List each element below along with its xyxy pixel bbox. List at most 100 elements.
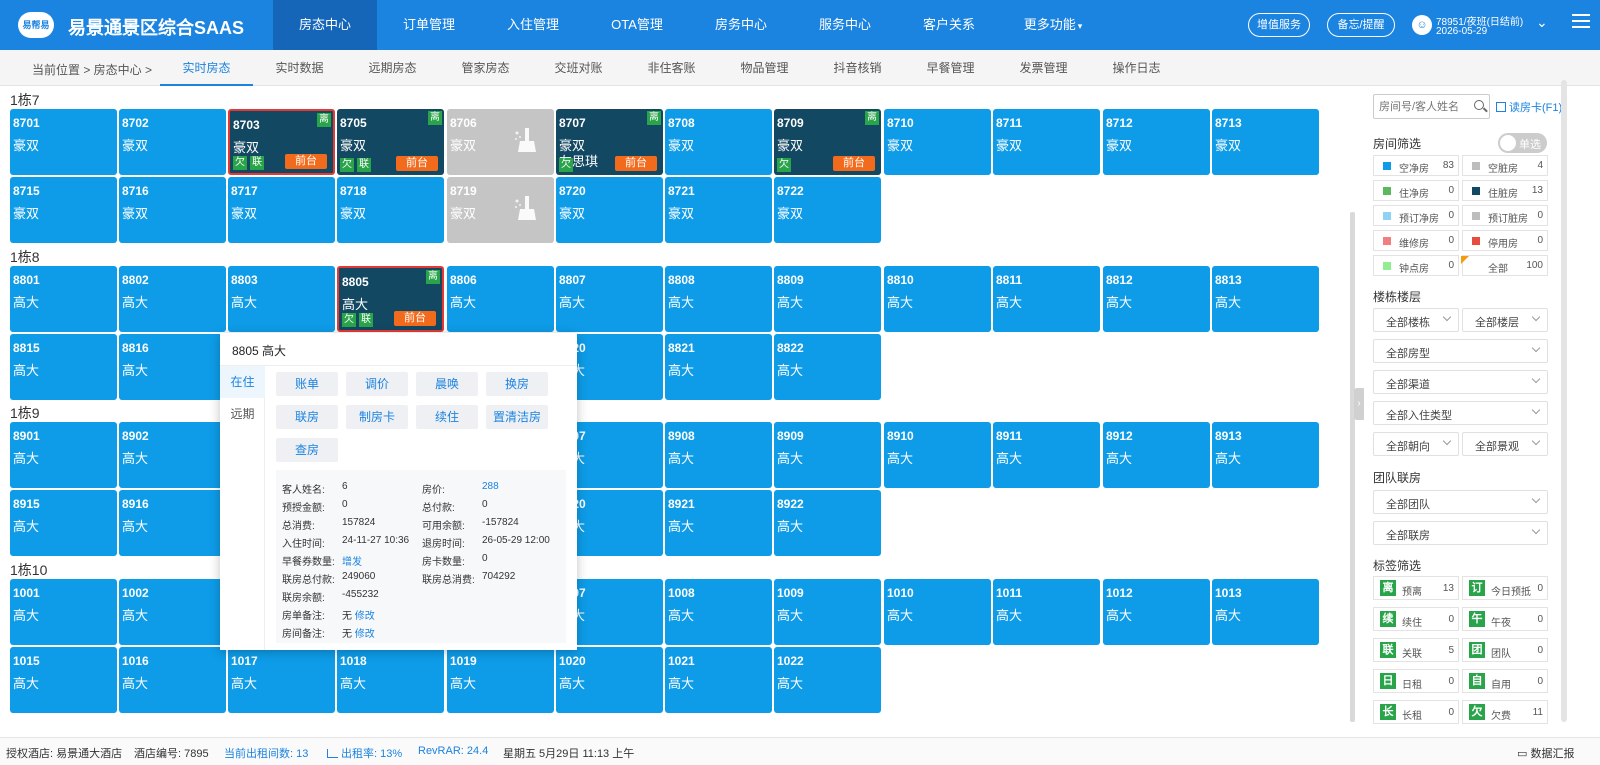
- filter-select-6[interactable]: 全部景观: [1462, 432, 1548, 456]
- tag-filter-3[interactable]: 午午夜 0: [1462, 607, 1548, 631]
- nav-service-center[interactable]: 服务中心: [793, 0, 897, 50]
- nav-checkin-management[interactable]: 入住管理: [481, 0, 585, 50]
- room-card-8803[interactable]: 8803 高大: [228, 266, 335, 332]
- room-card-8916[interactable]: 8916 高大: [119, 490, 226, 556]
- room-card-8702[interactable]: 8702 豪双: [119, 109, 226, 175]
- room-card-8722[interactable]: 8722 豪双: [774, 177, 881, 243]
- subtab-5[interactable]: 非住客账: [625, 50, 718, 86]
- room-card-8913[interactable]: 8913 高大: [1212, 422, 1319, 488]
- room-card-8812[interactable]: 8812 高大: [1103, 266, 1210, 332]
- change-room-button[interactable]: 换房: [486, 372, 548, 396]
- room-card-8805[interactable]: 8805 高大 离欠联 前台: [337, 266, 444, 332]
- room-card-1018[interactable]: 1018 高大: [337, 647, 444, 713]
- avatar[interactable]: ☺: [1412, 15, 1432, 35]
- room-card-8813[interactable]: 8813 高大: [1212, 266, 1319, 332]
- room-card-8713[interactable]: 8713 豪双: [1212, 109, 1319, 175]
- room-card-8806[interactable]: 8806 高大: [447, 266, 554, 332]
- room-card-8715[interactable]: 8715 豪双: [10, 177, 117, 243]
- menu-icon[interactable]: [1572, 14, 1590, 28]
- room-search-input[interactable]: [1379, 98, 1469, 115]
- tag-filter-7[interactable]: 自自用 0: [1462, 669, 1548, 693]
- room-card-8901[interactable]: 8901 高大: [10, 422, 117, 488]
- filter-select-1[interactable]: 全部楼层: [1462, 308, 1548, 332]
- tag-filter-6[interactable]: 日日租 0: [1373, 669, 1459, 693]
- filter-select-2[interactable]: 全部房型: [1373, 339, 1548, 363]
- tag-filter-9[interactable]: 欠欠费 11: [1462, 700, 1548, 724]
- nav-more-functions[interactable]: 更多功能 ▾: [1001, 0, 1105, 50]
- room-card-8922[interactable]: 8922 高大: [774, 490, 881, 556]
- subtab-6[interactable]: 物品管理: [718, 50, 811, 86]
- nav-housekeeping-center[interactable]: 房务中心: [689, 0, 793, 50]
- tag-filter-8[interactable]: 长长租 0: [1373, 700, 1459, 724]
- room-card-1009[interactable]: 1009 高大: [774, 579, 881, 645]
- subtab-3[interactable]: 管家房态: [439, 50, 532, 86]
- info-value[interactable]: 288: [482, 481, 499, 492]
- room-card-1001[interactable]: 1001 高大: [10, 579, 117, 645]
- subtab-0[interactable]: 实时房态: [160, 50, 253, 86]
- status-filter-2[interactable]: 住净房 0: [1373, 180, 1459, 201]
- room-card-8712[interactable]: 8712 豪双: [1103, 109, 1210, 175]
- room-card-8915[interactable]: 8915 高大: [10, 490, 117, 556]
- room-card-8908[interactable]: 8908 高大: [665, 422, 772, 488]
- set-clean-room-button[interactable]: 置清洁房: [486, 405, 548, 429]
- room-card-1017[interactable]: 1017 高大: [228, 647, 335, 713]
- tag-filter-1[interactable]: 订今日预抵 0: [1462, 576, 1548, 600]
- extend-stay-button[interactable]: 续住: [416, 405, 478, 429]
- room-card-8719[interactable]: 8719 豪双: [447, 177, 554, 243]
- room-card-1010[interactable]: 1010 高大: [884, 579, 991, 645]
- room-card-8902[interactable]: 8902 高大: [119, 422, 226, 488]
- read-card-button[interactable]: 读房卡(F1): [1496, 99, 1562, 115]
- status-filter-7[interactable]: 停用房 0: [1462, 230, 1548, 251]
- room-card-8707[interactable]: 8707 豪双离左思琪欠前台: [556, 109, 663, 175]
- adjust-price-button[interactable]: 调价: [346, 372, 408, 396]
- tag-filter-2[interactable]: 续续住 0: [1373, 607, 1459, 631]
- tag-filter-0[interactable]: 离预离 13: [1373, 576, 1459, 600]
- team-select-0[interactable]: 全部团队: [1373, 490, 1548, 514]
- room-card-8816[interactable]: 8816 高大: [119, 334, 226, 400]
- room-card-1019[interactable]: 1019 高大: [447, 647, 554, 713]
- single-select-toggle[interactable]: 单选: [1498, 133, 1547, 153]
- collapse-panel-handle[interactable]: ›: [1354, 388, 1364, 420]
- subtab-1[interactable]: 实时数据: [253, 50, 346, 86]
- value-added-services-button[interactable]: 增值服务: [1248, 13, 1310, 37]
- subtab-8[interactable]: 早餐管理: [904, 50, 997, 86]
- room-card-8703[interactable]: 8703 豪双 离欠联 前台: [228, 109, 335, 175]
- room-card-8821[interactable]: 8821 高大: [665, 334, 772, 400]
- room-card-1002[interactable]: 1002 高大: [119, 579, 226, 645]
- room-card-1013[interactable]: 1013 高大: [1212, 579, 1319, 645]
- chevron-down-icon[interactable]: ⌄: [1536, 14, 1548, 31]
- room-card-8717[interactable]: 8717 豪双: [228, 177, 335, 243]
- room-card-8810[interactable]: 8810 高大: [884, 266, 991, 332]
- room-card-8709[interactable]: 8709 豪双 离欠 前台: [774, 109, 881, 175]
- filter-select-0[interactable]: 全部楼栋: [1373, 308, 1459, 332]
- room-card-8701[interactable]: 8701 豪双: [10, 109, 117, 175]
- subtab-9[interactable]: 发票管理: [997, 50, 1090, 86]
- make-room-card-button[interactable]: 制房卡: [346, 405, 408, 429]
- tag-filter-5[interactable]: 团团队 0: [1462, 638, 1548, 662]
- room-card-8910[interactable]: 8910 高大: [884, 422, 991, 488]
- room-card-1020[interactable]: 1020 高大: [556, 647, 663, 713]
- room-card-8911[interactable]: 8911 高大: [993, 422, 1100, 488]
- room-card-8822[interactable]: 8822 高大: [774, 334, 881, 400]
- status-filter-8[interactable]: 钟点房 0: [1373, 255, 1459, 276]
- room-card-8716[interactable]: 8716 豪双: [119, 177, 226, 243]
- nav-room-status-center[interactable]: 房态中心: [273, 0, 377, 50]
- nav-customer-relations[interactable]: 客户关系: [897, 0, 1001, 50]
- wake-up-call-button[interactable]: 晨唤: [416, 372, 478, 396]
- room-card-8721[interactable]: 8721 豪双: [665, 177, 772, 243]
- room-card-1015[interactable]: 1015 高大: [10, 647, 117, 713]
- search-icon[interactable]: [1474, 100, 1484, 110]
- room-card-1021[interactable]: 1021 高大: [665, 647, 772, 713]
- room-card-1022[interactable]: 1022 高大: [774, 647, 881, 713]
- subtab-7[interactable]: 抖音核销: [811, 50, 904, 86]
- status-filter-3[interactable]: 住脏房 13: [1462, 180, 1548, 201]
- room-card-8720[interactable]: 8720 豪双: [556, 177, 663, 243]
- nav-order-management[interactable]: 订单管理: [377, 0, 481, 50]
- room-card-8710[interactable]: 8710 豪双: [884, 109, 991, 175]
- room-card-8708[interactable]: 8708 豪双: [665, 109, 772, 175]
- status-filter-5[interactable]: 预订脏房 0: [1462, 205, 1548, 226]
- room-card-8921[interactable]: 8921 高大: [665, 490, 772, 556]
- status-filter-4[interactable]: 预订净房 0: [1373, 205, 1459, 226]
- status-filter-6[interactable]: 维修房 0: [1373, 230, 1459, 251]
- tab-future[interactable]: 远期: [220, 398, 265, 430]
